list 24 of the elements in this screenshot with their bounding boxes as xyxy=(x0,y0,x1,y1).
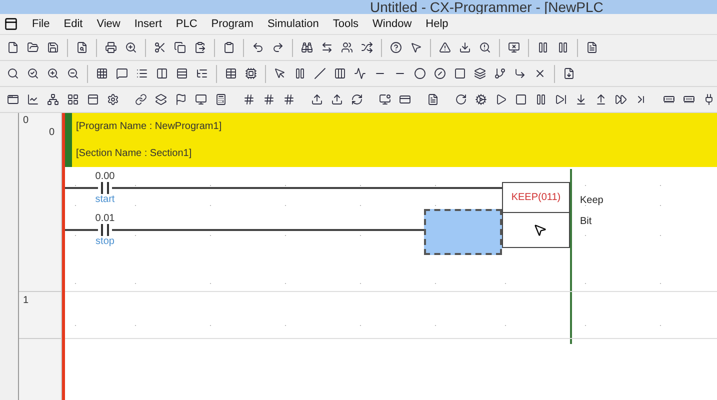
program-name: [Program Name : NewProgram1] xyxy=(76,121,222,132)
operand-comment: Keep xyxy=(580,195,604,206)
menu-item[interactable]: PLC xyxy=(176,18,198,30)
contact-comment: stop xyxy=(96,236,114,247)
step-number: 0 xyxy=(49,127,55,138)
section-name: [Section Name : Section1] xyxy=(76,148,193,159)
menu-item[interactable]: Help xyxy=(426,18,448,30)
menu-item[interactable]: Window xyxy=(372,18,412,30)
operand-comment: Bit xyxy=(580,216,592,227)
window-title: Untitled - CX-Programmer - [NewPLC xyxy=(370,0,604,14)
menu-item[interactable]: Program xyxy=(211,18,254,30)
menu-item[interactable]: File xyxy=(32,18,50,30)
instruction-name: KEEP(011) xyxy=(511,192,561,203)
contact-address: 0.00 xyxy=(95,171,115,182)
contact-comment: start xyxy=(95,194,115,205)
menu-item[interactable]: Tools xyxy=(332,18,359,30)
menu-item[interactable]: Simulation xyxy=(267,18,319,30)
instruction-block[interactable]: KEEP(011) xyxy=(502,182,570,248)
rung-number: 1 xyxy=(23,295,29,306)
menu-item[interactable]: Insert xyxy=(134,18,162,30)
menu-item[interactable]: View xyxy=(96,18,120,30)
contact-address: 0.01 xyxy=(95,213,115,224)
rung-number: 0 xyxy=(23,115,29,126)
menu-item[interactable]: Edit xyxy=(64,18,83,30)
